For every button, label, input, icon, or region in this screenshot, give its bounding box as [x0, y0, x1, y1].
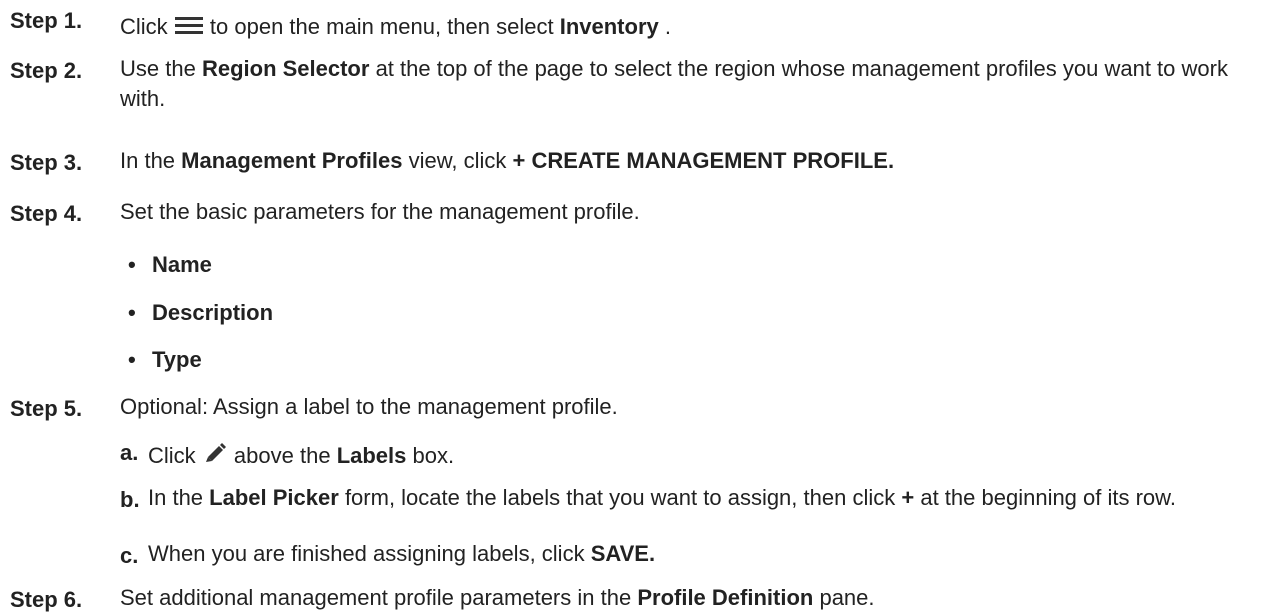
step-label: Step 1.	[10, 8, 83, 33]
substep-text-bold: SAVE.	[590, 541, 656, 566]
substep-letter: a.	[120, 440, 139, 465]
substep-text-pre: In the	[148, 485, 204, 510]
step-text-bold: Profile Definition	[637, 585, 814, 610]
step-label: Step 6.	[10, 587, 83, 612]
substep-text-mid: above the	[233, 443, 331, 468]
step-text-bold-2: + CREATE MANAGEMENT PROFILE.	[512, 148, 895, 173]
step-text-mid: view, click	[408, 148, 507, 173]
step-text-post: .	[664, 14, 671, 39]
bullet-symbol: •	[128, 300, 136, 325]
substep-text-pre: When you are finished assigning labels, …	[148, 541, 585, 566]
step-text-bold: Management Profiles	[181, 148, 403, 173]
step-label: Step 2.	[10, 58, 83, 83]
step-text: Set the basic parameters for the managem…	[120, 199, 640, 224]
step-text: Click to open the main menu, then select…	[120, 12, 1258, 43]
step-text-pre: Use the	[120, 56, 196, 81]
bullet-symbol: •	[128, 347, 136, 372]
bullet-text: Name	[152, 252, 212, 277]
substep-letter: b.	[120, 487, 140, 512]
substep-letter: c.	[120, 543, 139, 568]
substep-text-post: at the beginning of its row.	[920, 485, 1176, 510]
step-text: Set additional management profile parame…	[120, 583, 1258, 613]
substep-text-pre: Click	[148, 443, 196, 468]
step-label: Step 4.	[10, 201, 83, 226]
hamburger-menu-icon	[174, 13, 204, 43]
step-text-bold: Region Selector	[201, 56, 370, 81]
substep-text-post: box.	[412, 443, 455, 468]
bullet-symbol: •	[128, 252, 136, 277]
step-text-pre: Click	[120, 14, 168, 39]
step-text-post: pane.	[819, 585, 875, 610]
substep-text: When you are finished assigning labels, …	[148, 539, 1258, 569]
step-text-pre: In the	[120, 148, 176, 173]
step-label: Step 3.	[10, 150, 83, 175]
pencil-icon	[202, 442, 228, 472]
bullet-text: Description	[152, 300, 274, 325]
substep-text: In the Label Picker form, locate the lab…	[148, 483, 1258, 513]
step-text: Optional: Assign a label to the manageme…	[120, 394, 618, 419]
substep-text-mid: form, locate the labels that you want to…	[344, 485, 896, 510]
step-text: In the Management Profiles view, click +…	[120, 146, 1258, 176]
substep-text-bold-2: +	[901, 485, 915, 510]
step-label: Step 5.	[10, 396, 83, 421]
substep-text: Click above the Labels box.	[148, 441, 1258, 472]
step-text-mid: to open the main menu, then select	[209, 14, 554, 39]
step-text: Use the Region Selector at the top of th…	[120, 54, 1258, 114]
step-text-bold: Inventory	[559, 14, 659, 39]
bullet-text: Type	[152, 347, 202, 372]
substep-text-bold: Labels	[336, 443, 407, 468]
substep-text-bold: Label Picker	[209, 485, 339, 510]
step-text-pre: Set additional management profile parame…	[120, 585, 632, 610]
